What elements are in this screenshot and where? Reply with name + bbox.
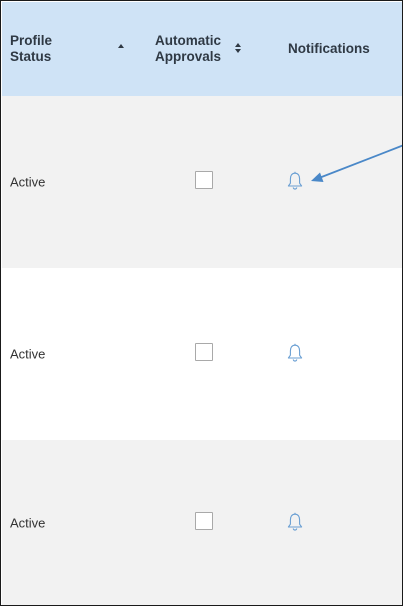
table-row: Active	[2, 268, 402, 440]
column-header-automatic-approvals-label: Automatic Approvals	[155, 33, 222, 64]
bell-icon[interactable]	[286, 512, 304, 532]
profile-status-value: Active	[10, 346, 46, 362]
automatic-approval-checkbox[interactable]	[195, 343, 213, 361]
sort-ascending-icon[interactable]	[118, 44, 124, 48]
column-header-profile-status-label: Profile Status	[10, 33, 53, 64]
column-header-notifications: Notifications	[288, 2, 398, 96]
column-header-profile-status[interactable]: Profile Status	[10, 2, 148, 96]
profile-status-value: Active	[10, 515, 46, 531]
table-header: Profile Status Automatic Approvals Notif…	[2, 2, 402, 96]
automatic-approval-checkbox[interactable]	[195, 512, 213, 530]
profile-status-value: Active	[10, 174, 46, 190]
table-frame: Profile Status Automatic Approvals Notif…	[0, 0, 403, 606]
automatic-approval-checkbox[interactable]	[195, 171, 213, 189]
bell-icon[interactable]	[286, 343, 304, 363]
column-header-notifications-label: Notifications	[288, 41, 370, 56]
table-row: Active	[2, 440, 402, 605]
sort-both-icon[interactable]	[235, 43, 243, 53]
table-row: Active	[2, 96, 402, 268]
bell-icon[interactable]	[286, 171, 304, 191]
column-header-automatic-approvals[interactable]: Automatic Approvals	[155, 2, 275, 96]
